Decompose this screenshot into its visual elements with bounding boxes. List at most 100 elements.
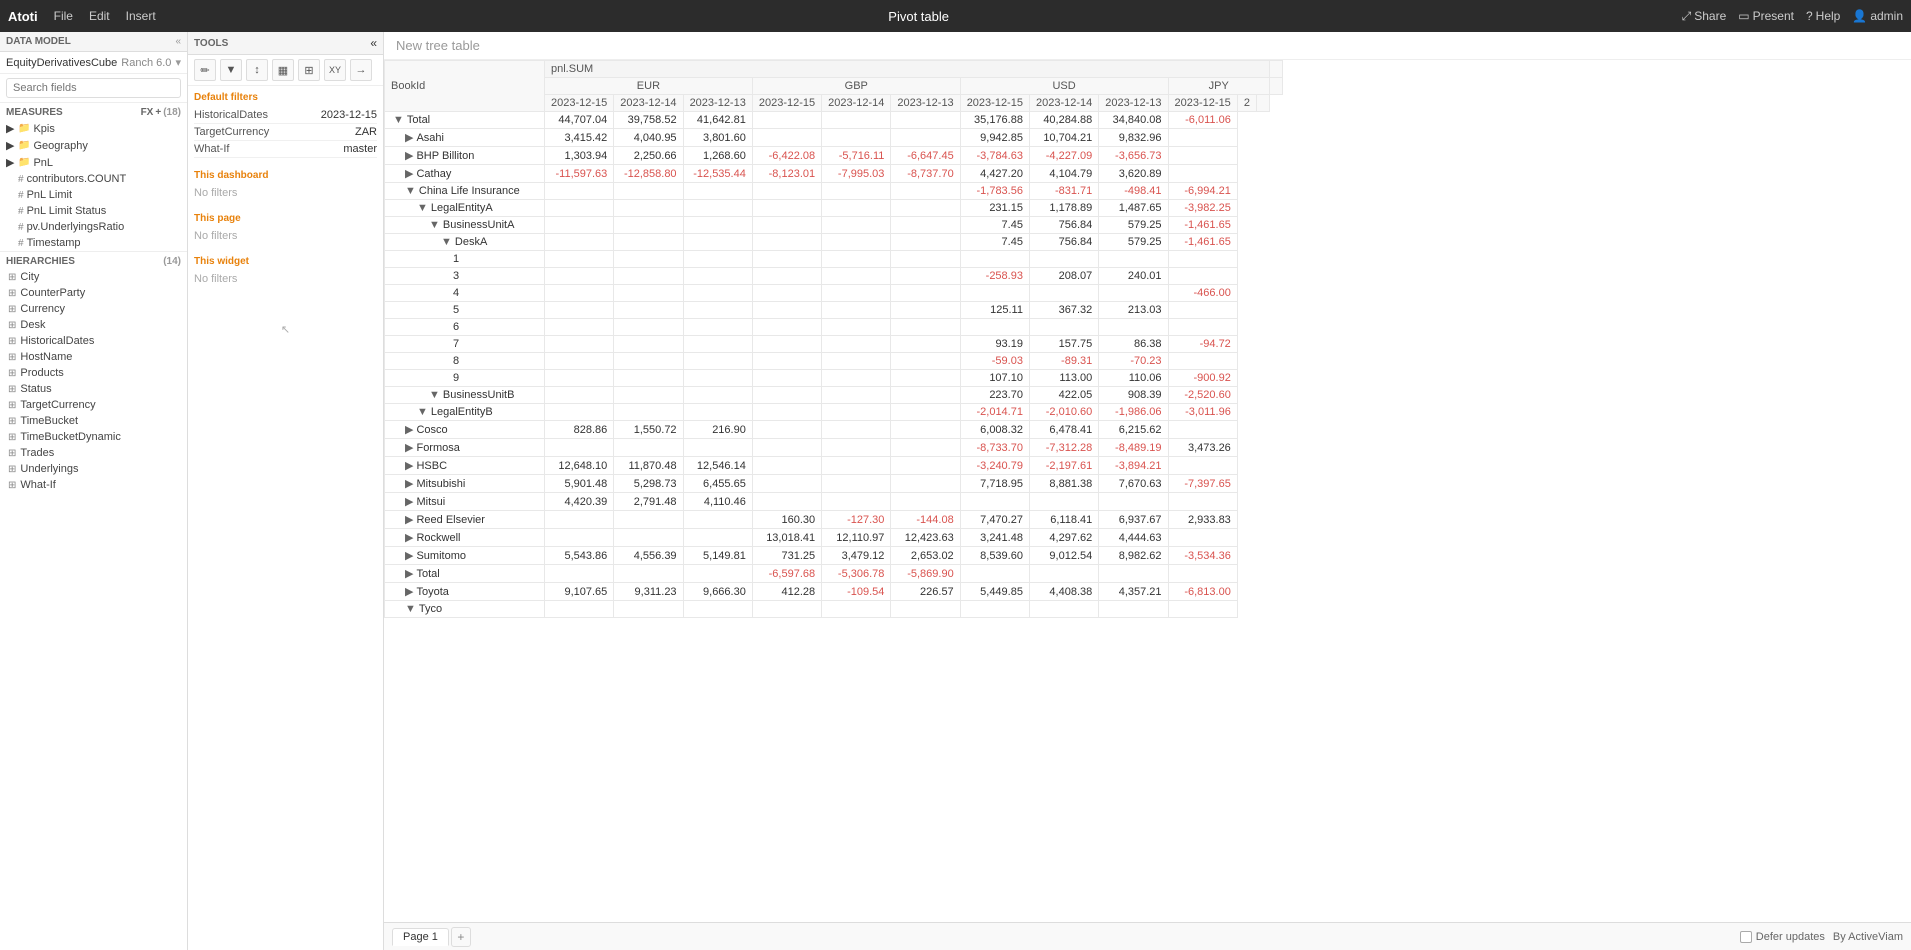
filter-tool[interactable]: ▼ xyxy=(220,59,242,81)
data-cell xyxy=(752,112,821,129)
arrow-tool[interactable]: → xyxy=(350,59,372,81)
cube-selector[interactable]: EquityDerivativesCube Ranch 6.0 ▾ xyxy=(0,52,187,74)
data-cell xyxy=(891,302,960,319)
expand-toggle[interactable]: ▶ xyxy=(405,442,413,454)
table-row: ▼DeskA7.45756.84579.25-1,461.65 xyxy=(385,234,1283,251)
data-cell xyxy=(545,251,614,268)
data-cell: 9,666.30 xyxy=(683,583,752,601)
xy-tool[interactable]: XY xyxy=(324,59,346,81)
menu-file[interactable]: File xyxy=(54,9,73,23)
expand-toggle[interactable]: ▶ xyxy=(405,514,413,526)
jpy-cell xyxy=(1168,529,1237,547)
hier-trades[interactable]: ⊞Trades xyxy=(0,445,187,461)
cube-dropdown-arrow[interactable]: ▾ xyxy=(175,56,181,69)
row-label-cell: ▼BusinessUnitB xyxy=(385,387,545,404)
present-button[interactable]: ▭ Present xyxy=(1738,9,1794,23)
expand-toggle[interactable]: ▶ xyxy=(405,460,413,472)
expand-toggle[interactable]: ▶ xyxy=(405,532,413,544)
hier-whatif[interactable]: ⊞What-If xyxy=(0,477,187,493)
hier-timebucket[interactable]: ⊞TimeBucket xyxy=(0,413,187,429)
expand-toggle[interactable]: ▶ xyxy=(405,586,413,598)
expand-toggle[interactable]: ▼ xyxy=(429,389,440,401)
table-row: 3-258.93208.07240.01 xyxy=(385,268,1283,285)
hier-underlyings[interactable]: ⊞Underlyings xyxy=(0,461,187,477)
pencil-tool[interactable]: ✏ xyxy=(194,59,216,81)
sort-tool[interactable]: ↕ xyxy=(246,59,268,81)
expand-toggle[interactable]: ▼ xyxy=(417,406,428,418)
hier-hostname[interactable]: ⊞HostName xyxy=(0,349,187,365)
expand-toggle[interactable]: ▶ xyxy=(405,168,413,180)
hier-desk[interactable]: ⊞Desk xyxy=(0,317,187,333)
expand-toggle[interactable]: ▶ xyxy=(405,150,413,162)
data-cell: 5,449.85 xyxy=(960,583,1029,601)
hier-currency[interactable]: ⊞Currency xyxy=(0,301,187,317)
data-cell xyxy=(822,268,891,285)
data-cell xyxy=(960,493,1029,511)
data-cell: 2,250.66 xyxy=(614,147,683,165)
expand-toggle[interactable]: ▼ xyxy=(405,185,416,197)
expand-toggle[interactable]: ▶ xyxy=(405,424,413,436)
measure-contributors[interactable]: # contributors.COUNT xyxy=(0,171,187,187)
defer-checkbox[interactable] xyxy=(1740,931,1752,943)
help-button[interactable]: ? Help xyxy=(1806,9,1840,23)
measure-pnl-limit-status[interactable]: # PnL Limit Status xyxy=(0,203,187,219)
table-row: 6 xyxy=(385,319,1283,336)
defer-updates-button[interactable]: Defer updates xyxy=(1740,931,1825,943)
measure-pnl-limit[interactable]: # PnL Limit xyxy=(0,187,187,203)
data-cell xyxy=(891,183,960,200)
hier-status[interactable]: ⊞Status xyxy=(0,381,187,397)
measure-pv[interactable]: # pv.UnderlyingsRatio xyxy=(0,219,187,235)
bar-chart-tool[interactable]: ▦ xyxy=(272,59,294,81)
page-tab-1[interactable]: Page 1 xyxy=(392,928,449,946)
table-row: ▶Toyota9,107.659,311.239,666.30412.28-10… xyxy=(385,583,1283,601)
data-cell: 7.45 xyxy=(960,217,1029,234)
hier-timebucketdynamic[interactable]: ⊞TimeBucketDynamic xyxy=(0,429,187,445)
hier-city[interactable]: ⊞City xyxy=(0,269,187,285)
data-cell: 4,110.46 xyxy=(683,493,752,511)
jpy-cell xyxy=(1168,601,1237,618)
data-cell xyxy=(614,387,683,404)
hier-historicaldates[interactable]: ⊞HistoricalDates xyxy=(0,333,187,349)
toggle-icon: ▶ xyxy=(6,156,18,169)
add-page-button[interactable]: + xyxy=(451,927,471,947)
data-cell xyxy=(891,421,960,439)
expand-toggle[interactable]: ▶ xyxy=(405,478,413,490)
data-cell xyxy=(822,370,891,387)
expand-toggle[interactable]: ▶ xyxy=(405,496,413,508)
tools-collapse[interactable]: « xyxy=(370,36,377,50)
expand-toggle[interactable]: ▶ xyxy=(405,550,413,562)
expand-toggle[interactable]: ▶ xyxy=(405,132,413,144)
table-row: ▶Mitsubishi5,901.485,298.736,455.657,718… xyxy=(385,475,1283,493)
measure-geography[interactable]: ▶ 📁 Geography xyxy=(0,137,187,154)
search-input[interactable] xyxy=(6,78,181,98)
measure-timestamp[interactable]: # Timestamp xyxy=(0,235,187,251)
data-model-collapse[interactable]: « xyxy=(175,36,181,47)
data-cell: 240.01 xyxy=(1099,268,1168,285)
user-menu[interactable]: 👤 admin xyxy=(1852,9,1903,23)
plus-icon[interactable]: + xyxy=(155,107,161,118)
data-cell xyxy=(614,268,683,285)
expand-toggle[interactable]: ▼ xyxy=(441,236,452,248)
data-cell: -4,227.09 xyxy=(1029,147,1098,165)
expand-toggle[interactable]: ▶ xyxy=(405,568,413,580)
data-cell xyxy=(545,601,614,618)
expand-toggle[interactable]: ▼ xyxy=(429,219,440,231)
data-cell xyxy=(683,319,752,336)
hier-targetcurrency[interactable]: ⊞TargetCurrency xyxy=(0,397,187,413)
hier-counterparty[interactable]: ⊞CounterParty xyxy=(0,285,187,301)
data-cell xyxy=(1099,601,1168,618)
measure-pnl[interactable]: ▶ 📁 PnL xyxy=(0,154,187,171)
pivot-container[interactable]: BookId pnl.SUM EUR GBP USD JPY 2023-12-1… xyxy=(384,60,1911,922)
menu-insert[interactable]: Insert xyxy=(126,9,156,23)
hier-icon: ⊞ xyxy=(8,272,16,283)
menu-edit[interactable]: Edit xyxy=(89,9,110,23)
data-cell xyxy=(545,370,614,387)
expand-toggle[interactable]: ▼ xyxy=(417,202,428,214)
share-button[interactable]: ⤢ Share xyxy=(1682,9,1727,24)
hier-products[interactable]: ⊞Products xyxy=(0,365,187,381)
grid-tool[interactable]: ⊞ xyxy=(298,59,320,81)
jpy-date2: 2 xyxy=(1237,95,1256,112)
expand-toggle[interactable]: ▼ xyxy=(393,114,404,126)
measure-kpis[interactable]: ▶ 📁 Kpis xyxy=(0,120,187,137)
expand-toggle[interactable]: ▼ xyxy=(405,603,416,615)
